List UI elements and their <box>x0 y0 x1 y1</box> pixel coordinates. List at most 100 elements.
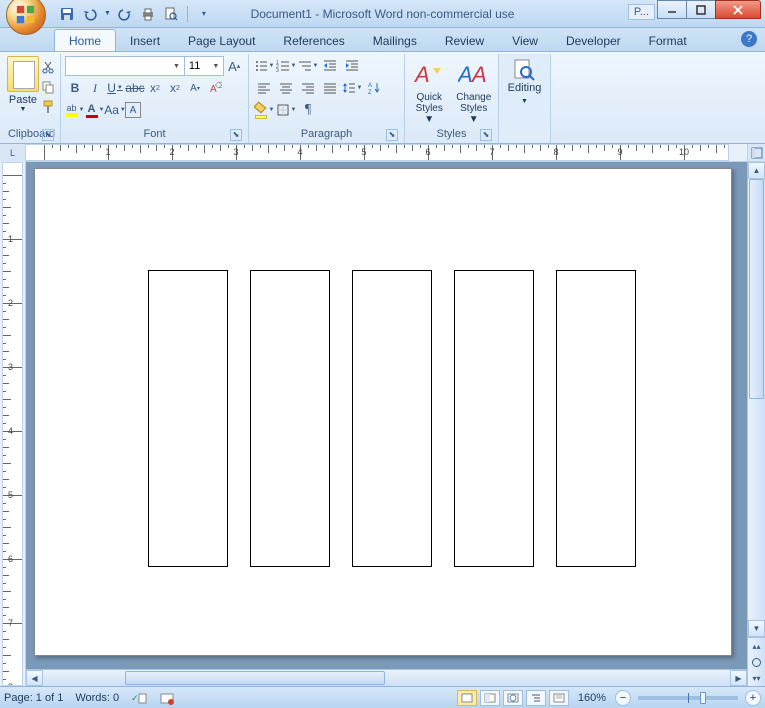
tab-references[interactable]: References <box>269 30 358 51</box>
maximize-button[interactable] <box>686 0 716 19</box>
zoom-slider[interactable] <box>638 696 738 700</box>
shrink-font-icon[interactable]: A▾ <box>185 78 205 98</box>
status-words[interactable]: Words: 0 <box>75 692 119 704</box>
qat-preview-icon[interactable] <box>162 5 180 23</box>
scroll-down-button[interactable]: ▼ <box>748 620 765 637</box>
print-layout-view-icon[interactable] <box>457 690 477 706</box>
vertical-scrollbar[interactable]: ▲ ▼ ▴▴ ▾▾ <box>747 162 765 686</box>
minimize-button[interactable] <box>657 0 687 19</box>
font-size-combobox[interactable]: 11▼ <box>185 56 224 76</box>
italic-button[interactable]: I <box>85 78 105 98</box>
close-button[interactable] <box>715 0 761 19</box>
shape-rectangle-2[interactable] <box>250 270 330 567</box>
vscroll-thumb[interactable] <box>749 179 764 399</box>
tab-developer[interactable]: Developer <box>552 30 635 51</box>
compat-indicator[interactable]: P... <box>628 4 655 20</box>
draft-view-icon[interactable] <box>549 690 569 706</box>
horizontal-ruler[interactable]: 1234567891011 <box>26 144 729 161</box>
tab-view[interactable]: View <box>498 30 552 51</box>
macro-record-icon[interactable] <box>159 690 175 706</box>
help-icon[interactable]: ? <box>741 31 757 47</box>
character-border-icon[interactable]: A <box>125 102 141 118</box>
clear-formatting-icon[interactable]: A⌫ <box>205 78 225 98</box>
editing-button[interactable]: Editing▼ <box>508 56 542 139</box>
increase-indent-button[interactable] <box>341 56 363 76</box>
align-center-button[interactable] <box>275 78 297 98</box>
shading-button[interactable]: ▼ <box>253 100 275 120</box>
zoom-level[interactable]: 160% <box>578 692 606 704</box>
svg-text:✓: ✓ <box>131 693 139 703</box>
tab-format[interactable]: Format <box>635 30 701 51</box>
decrease-indent-button[interactable] <box>319 56 341 76</box>
tab-page-layout[interactable]: Page Layout <box>174 30 269 51</box>
qat-undo-menu[interactable]: ▼ <box>104 10 111 17</box>
shape-rectangle-5[interactable] <box>556 270 636 567</box>
vertical-ruler[interactable]: 12345678 <box>2 162 23 686</box>
format-painter-icon[interactable] <box>39 98 57 116</box>
status-page[interactable]: Page: 1 of 1 <box>4 692 63 704</box>
clipboard-dialog-launcher[interactable]: ⬊ <box>42 129 54 141</box>
office-button[interactable] <box>6 0 46 35</box>
qat-save-icon[interactable] <box>58 5 76 23</box>
bold-button[interactable]: B <box>65 78 85 98</box>
svg-text:A: A <box>470 62 487 87</box>
hscroll-thumb[interactable] <box>125 671 385 685</box>
tab-review[interactable]: Review <box>431 30 498 51</box>
paste-dropdown-icon[interactable]: ▼ <box>7 106 39 113</box>
change-styles-button[interactable]: AA Change Styles▼ <box>454 60 495 125</box>
copy-icon[interactable] <box>39 78 57 96</box>
scroll-right-button[interactable]: ▶ <box>730 670 747 686</box>
strikethrough-button[interactable]: abc <box>125 78 145 98</box>
qat-print-icon[interactable] <box>139 5 157 23</box>
tab-selector[interactable]: L <box>0 144 26 162</box>
browse-object-icon[interactable] <box>748 654 765 670</box>
borders-button[interactable]: ▼ <box>275 100 297 120</box>
paragraph-dialog-launcher[interactable]: ⬊ <box>386 129 398 141</box>
zoom-in-button[interactable]: + <box>745 690 761 706</box>
scroll-up-button[interactable]: ▲ <box>748 162 765 179</box>
prev-page-icon[interactable]: ▴▴ <box>748 638 765 654</box>
change-case-button[interactable]: Aa▼ <box>105 100 125 120</box>
full-screen-view-icon[interactable] <box>480 690 500 706</box>
tab-mailings[interactable]: Mailings <box>359 30 431 51</box>
next-page-icon[interactable]: ▾▾ <box>748 670 765 686</box>
cut-icon[interactable] <box>39 58 57 76</box>
ruler-toggle-icon[interactable] <box>747 144 765 161</box>
align-left-button[interactable] <box>253 78 275 98</box>
zoom-out-button[interactable]: − <box>615 690 631 706</box>
numbering-button[interactable]: 123▼ <box>275 56 297 76</box>
quick-styles-button[interactable]: A Quick Styles▼ <box>409 60 450 125</box>
qat-customize-icon[interactable]: ▾ <box>195 5 213 23</box>
subscript-button[interactable]: x2 <box>145 78 165 98</box>
font-color-button[interactable]: A▼ <box>85 100 105 120</box>
superscript-button[interactable]: x2 <box>165 78 185 98</box>
shape-rectangle-3[interactable] <box>352 270 432 567</box>
sort-button[interactable]: AZ <box>363 78 385 98</box>
line-spacing-button[interactable]: ▼ <box>341 78 363 98</box>
align-right-button[interactable] <box>297 78 319 98</box>
bullets-button[interactable]: ▼ <box>253 56 275 76</box>
web-layout-view-icon[interactable] <box>503 690 523 706</box>
paste-button[interactable]: Paste ▼ <box>7 56 39 127</box>
tab-home[interactable]: Home <box>54 29 116 51</box>
font-dialog-launcher[interactable]: ⬊ <box>230 129 242 141</box>
show-hide-button[interactable]: ¶ <box>297 100 319 120</box>
qat-redo-icon[interactable] <box>116 5 134 23</box>
grow-font-icon[interactable]: A▴ <box>224 56 244 76</box>
spellcheck-icon[interactable]: ✓ <box>131 690 147 706</box>
horizontal-scrollbar[interactable]: ◀ ▶ <box>26 669 747 686</box>
styles-dialog-launcher[interactable]: ⬊ <box>480 129 492 141</box>
underline-button[interactable]: U▼ <box>105 78 125 98</box>
multilevel-list-button[interactable]: ▼ <box>297 56 319 76</box>
text-highlight-button[interactable]: ab▼ <box>65 100 85 120</box>
tab-insert[interactable]: Insert <box>116 30 174 51</box>
qat-undo-icon[interactable] <box>81 5 99 23</box>
shape-rectangle-4[interactable] <box>454 270 534 567</box>
shape-rectangle-1[interactable] <box>148 270 228 567</box>
outline-view-icon[interactable] <box>526 690 546 706</box>
scroll-left-button[interactable]: ◀ <box>26 670 43 686</box>
font-name-combobox[interactable]: ▼ <box>65 56 185 76</box>
document-area[interactable] <box>26 162 747 686</box>
group-font-label: Font <box>143 128 165 140</box>
justify-button[interactable] <box>319 78 341 98</box>
